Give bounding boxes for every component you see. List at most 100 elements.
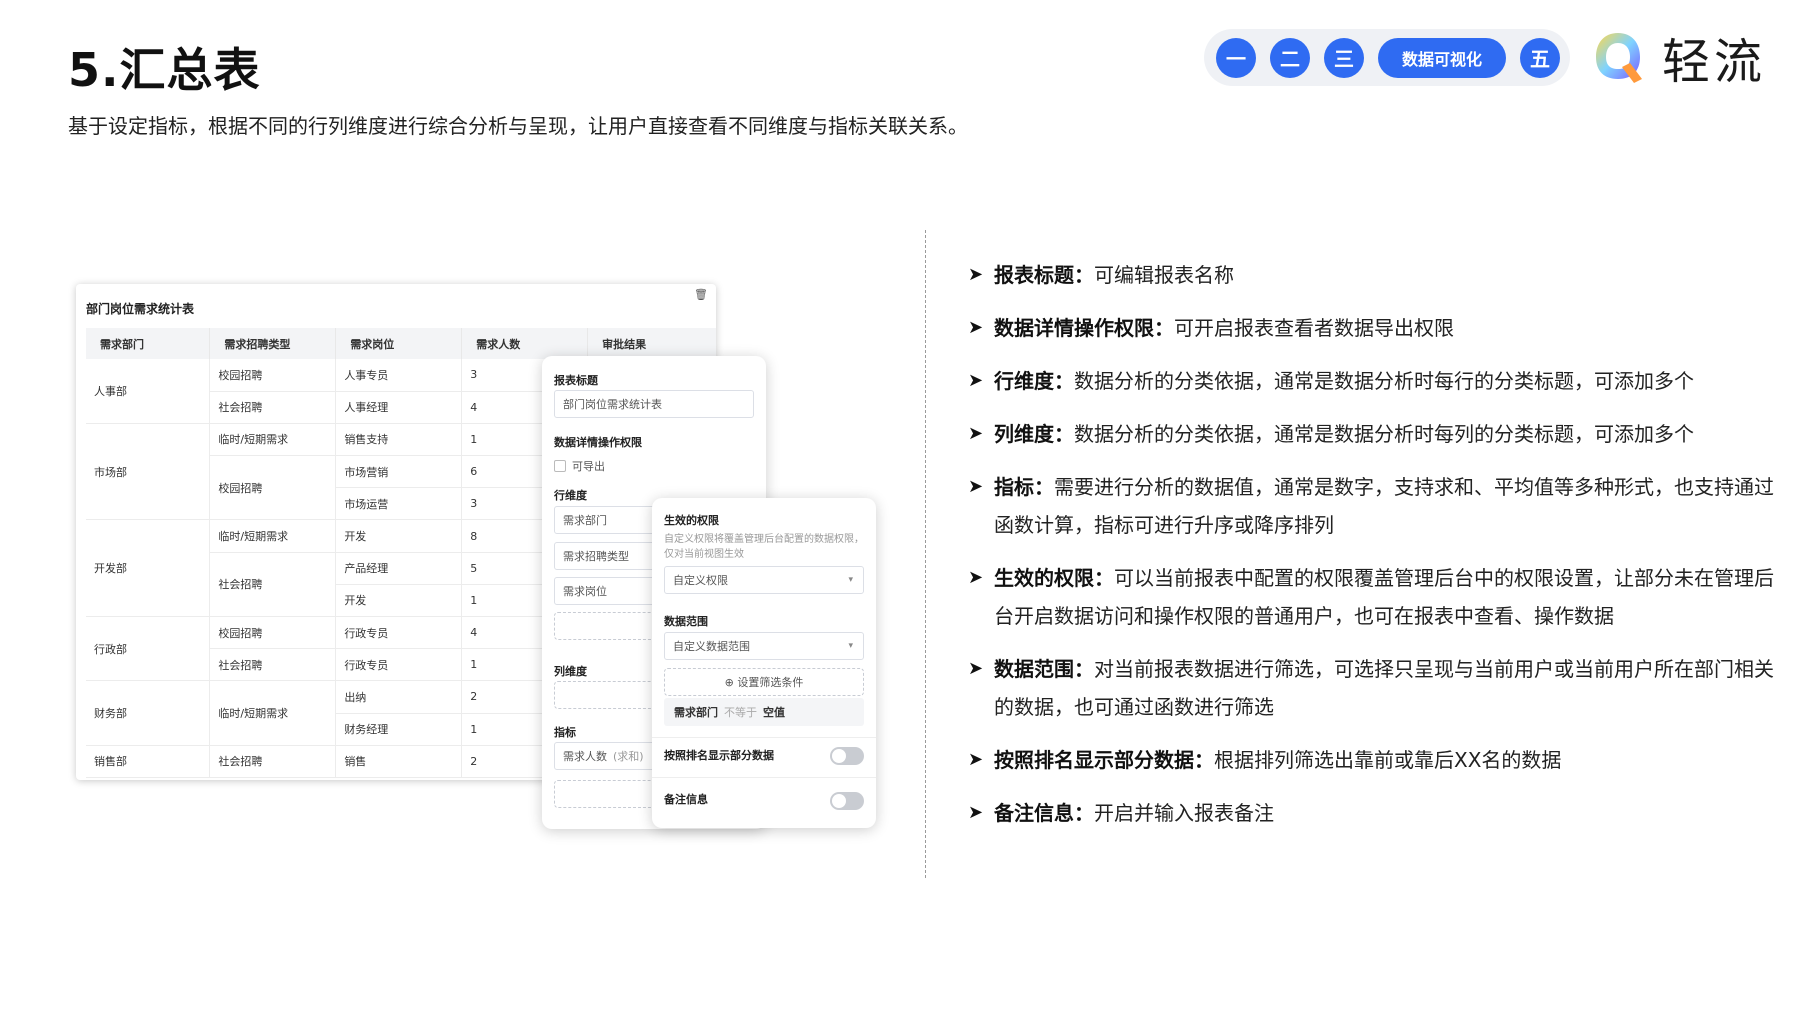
table-cell: 校园招聘 bbox=[209, 359, 337, 392]
arrow-right-icon: ➤ bbox=[968, 264, 984, 285]
feature-desc: 根据排列筛选出靠前或靠后XX名的数据 bbox=[1214, 748, 1562, 772]
feature-item-detail-permission: ➤ 数据详情操作权限：可开启报表查看者数据导出权限 bbox=[968, 309, 1778, 347]
table-cell-dept: 开发部 bbox=[86, 519, 211, 617]
table-cell-dept: 市场部 bbox=[86, 423, 211, 521]
feature-term: 指标： bbox=[994, 475, 1054, 499]
feature-term: 按照排名显示部分数据： bbox=[994, 748, 1214, 772]
rank-display-toggle[interactable] bbox=[830, 747, 864, 765]
data-scope-select-value: 自定义数据范围 bbox=[673, 640, 750, 653]
table-cell: 临时/短期需求 bbox=[209, 680, 337, 746]
permission-select[interactable]: 自定义权限 ▾ bbox=[664, 566, 864, 594]
feature-desc: 开启并输入报表备注 bbox=[1094, 801, 1274, 825]
table-cell: 开发 bbox=[335, 584, 463, 618]
data-scope-label: 数据范围 bbox=[664, 615, 708, 628]
table-cell: 人事经理 bbox=[335, 391, 463, 424]
table-header-row: 需求部门 需求招聘类型 需求岗位 需求人数 审批结果 bbox=[86, 328, 716, 359]
step-nav: 一 二 三 数据可视化 五 bbox=[1204, 29, 1570, 86]
table-cell: 社会招聘 bbox=[209, 391, 337, 424]
feature-desc: 可编辑报表名称 bbox=[1094, 263, 1234, 287]
permission-panel: 生效的权限 自定义权限将覆盖管理后台配置的数据权限，仅对当前视图生效 自定义权限… bbox=[652, 498, 876, 828]
table-cell: 行政专员 bbox=[335, 616, 463, 650]
data-scope-select[interactable]: 自定义数据范围 ▾ bbox=[664, 632, 864, 660]
table-cell: 销售支持 bbox=[335, 423, 463, 457]
divider bbox=[652, 777, 876, 778]
feature-item-remark: ➤ 备注信息：开启并输入报表备注 bbox=[968, 794, 1778, 832]
feature-item-metric: ➤ 指标：需要进行分析的数据值，通常是数字，支持求和、平均值等多种形式，也支持通过… bbox=[968, 468, 1778, 544]
rank-display-label: 按照排名显示部分数据 bbox=[664, 749, 774, 762]
step-4-button[interactable]: 数据可视化 bbox=[1378, 37, 1506, 78]
delete-icon[interactable]: 🗑 bbox=[694, 288, 708, 301]
arrow-right-icon: ➤ bbox=[968, 423, 984, 444]
feature-item-data-scope: ➤ 数据范围：对当前报表数据进行筛选，可选择只呈现与当前用户或当前用户所在部门相关… bbox=[968, 650, 1778, 726]
feature-term: 数据详情操作权限： bbox=[994, 316, 1174, 340]
chevron-down-icon: ▾ bbox=[848, 641, 853, 651]
arrow-right-icon: ➤ bbox=[968, 802, 984, 823]
set-filter-button[interactable]: ⊕ 设置筛选条件 bbox=[664, 668, 864, 696]
table-cell: 财务经理 bbox=[335, 713, 463, 746]
metric-name: 需求人数 bbox=[563, 750, 607, 763]
chevron-down-icon: ▾ bbox=[848, 575, 853, 585]
feature-term: 行维度： bbox=[994, 369, 1074, 393]
feature-term: 生效的权限： bbox=[994, 566, 1114, 590]
feature-list: ➤ 报表标题：可编辑报表名称 ➤ 数据详情操作权限：可开启报表查看者数据导出权限 ➤… bbox=[968, 256, 1778, 847]
step-5-button[interactable]: 五 bbox=[1520, 37, 1560, 78]
feature-desc: 数据分析的分类依据，通常是数据分析时每行的分类标题，可添加多个 bbox=[1074, 369, 1694, 393]
filter-field: 需求部门 bbox=[674, 706, 718, 719]
brand: 轻流 bbox=[1592, 28, 1766, 90]
arrow-right-icon: ➤ bbox=[968, 317, 984, 338]
feature-item-column-dimension: ➤ 列维度：数据分析的分类依据，通常是数据分析时每列的分类标题，可添加多个 bbox=[968, 415, 1778, 453]
effective-permission-label: 生效的权限 bbox=[664, 514, 719, 527]
feature-term: 列维度： bbox=[994, 422, 1074, 446]
feature-item-rank-display: ➤ 按照排名显示部分数据：根据排列筛选出靠前或靠后XX名的数据 bbox=[968, 741, 1778, 779]
remark-toggle[interactable] bbox=[830, 792, 864, 810]
q-logo-icon bbox=[1596, 33, 1642, 83]
detail-permission-label: 数据详情操作权限 bbox=[554, 436, 642, 449]
feature-item-effective-permission: ➤ 生效的权限：可以当前报表中配置的权限覆盖管理后台中的权限设置，让部分未在管理后… bbox=[968, 559, 1778, 635]
table-cell: 校园招聘 bbox=[209, 455, 337, 521]
feature-desc: 可开启报表查看者数据导出权限 bbox=[1174, 316, 1454, 340]
table-cell: 市场营销 bbox=[335, 455, 463, 489]
filter-condition-row[interactable]: 需求部门 不等于 空值 bbox=[664, 698, 864, 726]
filter-operator: 不等于 bbox=[724, 706, 757, 719]
metric-label: 指标 bbox=[554, 726, 576, 739]
table-cell-dept: 财务部 bbox=[86, 680, 211, 746]
feature-term: 数据范围： bbox=[994, 657, 1094, 681]
permission-hint: 自定义权限将覆盖管理后台配置的数据权限，仅对当前视图生效 bbox=[664, 534, 864, 560]
table-cell-dept: 行政部 bbox=[86, 616, 211, 682]
row-dimension-label: 行维度 bbox=[554, 489, 587, 502]
remark-label: 备注信息 bbox=[664, 793, 708, 806]
table-cell: 社会招聘 bbox=[209, 552, 337, 618]
table-header-cell: 需求招聘类型 bbox=[209, 328, 337, 359]
feature-term: 备注信息： bbox=[994, 801, 1094, 825]
table-cell: 社会招聘 bbox=[209, 648, 337, 682]
table-cell: 销售 bbox=[335, 745, 463, 778]
feature-desc: 数据分析的分类依据，通常是数据分析时每列的分类标题，可添加多个 bbox=[1074, 422, 1694, 446]
feature-term: 报表标题： bbox=[994, 263, 1094, 287]
arrow-right-icon: ➤ bbox=[968, 567, 984, 588]
step-2-button[interactable]: 二 bbox=[1270, 37, 1310, 78]
table-title: 部门岗位需求统计表 bbox=[86, 302, 195, 316]
arrow-right-icon: ➤ bbox=[968, 658, 984, 679]
report-title-input[interactable]: 部门岗位需求统计表 bbox=[554, 390, 754, 418]
table-cell: 市场运营 bbox=[335, 487, 463, 521]
arrow-right-icon: ➤ bbox=[968, 370, 984, 391]
section-divider bbox=[925, 230, 926, 878]
feature-item-row-dimension: ➤ 行维度：数据分析的分类依据，通常是数据分析时每行的分类标题，可添加多个 bbox=[968, 362, 1778, 400]
step-1-button[interactable]: 一 bbox=[1216, 37, 1256, 78]
table-cell: 校园招聘 bbox=[209, 616, 337, 650]
page-subtitle: 基于设定指标，根据不同的行列维度进行综合分析与呈现，让用户直接查看不同维度与指标… bbox=[68, 114, 968, 138]
arrow-right-icon: ➤ bbox=[968, 476, 984, 497]
metric-aggregation: (求和) bbox=[613, 750, 644, 763]
feature-desc: 对当前报表数据进行筛选，可选择只呈现与当前用户或当前用户所在部门相关的数据，也可… bbox=[994, 657, 1774, 719]
exportable-checkbox[interactable] bbox=[554, 460, 566, 472]
table-cell: 产品经理 bbox=[335, 552, 463, 585]
step-3-button[interactable]: 三 bbox=[1324, 37, 1364, 78]
table-header-cell: 需求部门 bbox=[86, 328, 211, 359]
exportable-label: 可导出 bbox=[572, 460, 605, 473]
table-cell: 人事专员 bbox=[335, 359, 463, 392]
table-header-cell: 审批结果 bbox=[587, 328, 716, 359]
page-title: 5.汇总表 bbox=[68, 43, 261, 97]
table-header-cell: 需求岗位 bbox=[335, 328, 463, 359]
table-header-cell: 需求人数 bbox=[461, 328, 589, 359]
column-dimension-label: 列维度 bbox=[554, 665, 587, 678]
